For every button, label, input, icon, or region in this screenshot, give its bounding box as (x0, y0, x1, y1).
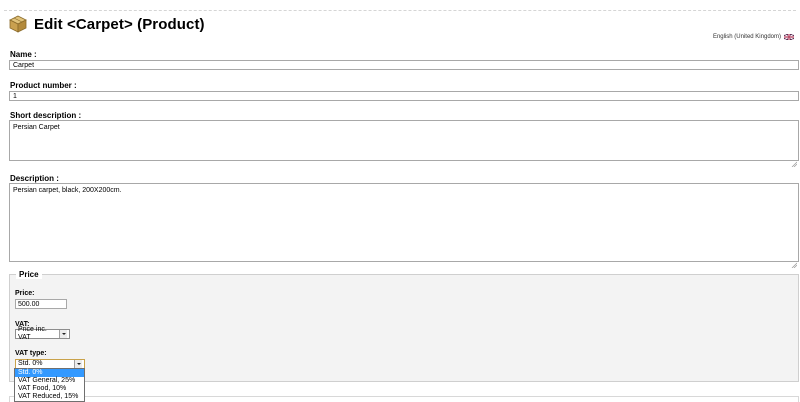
short-description-label: Short description : (10, 111, 82, 120)
price-legend: Price (16, 270, 42, 279)
price-fieldset: Price Price: VAT: Price inc. VAT VAT typ… (9, 270, 799, 382)
top-divider (4, 10, 796, 11)
vat-select[interactable]: Price inc. VAT (15, 326, 70, 341)
dropdown-option[interactable]: VAT Food, 10% (15, 385, 84, 393)
description-textarea[interactable]: Persian carpet, black, 200X200cm. (9, 183, 799, 262)
resize-grip-icon[interactable] (791, 255, 798, 269)
vat-type-select-value: Std. 0% (18, 360, 43, 367)
product-number-input[interactable] (9, 91, 799, 101)
chevron-down-icon[interactable] (59, 330, 67, 338)
dropdown-option[interactable]: Std. 0% (15, 369, 84, 377)
dropdown-option[interactable]: VAT General, 25% (15, 377, 84, 385)
dropdown-option[interactable]: VAT Reduced, 15% (15, 393, 84, 401)
language-selector[interactable]: English (United Kingdom) (712, 33, 795, 41)
language-label: English (United Kingdom) (712, 34, 781, 40)
box-icon (8, 14, 28, 34)
name-input[interactable] (9, 60, 799, 70)
vat-type-label: VAT type: (15, 350, 47, 357)
vat-type-dropdown-list: Std. 0% VAT General, 25% VAT Food, 10% V… (14, 368, 85, 402)
uk-flag-icon[interactable] (783, 33, 795, 41)
chevron-down-icon[interactable] (74, 360, 82, 368)
product-number-label: Product number : (10, 81, 77, 90)
name-label: Name : (10, 50, 37, 59)
next-fieldset-edge (9, 396, 799, 402)
page-header: Edit <Carpet> (Product) (8, 14, 205, 34)
page-title: Edit <Carpet> (Product) (34, 15, 205, 33)
price-input[interactable] (15, 299, 67, 309)
short-description-textarea[interactable]: Persian Carpet (9, 120, 799, 161)
resize-grip-icon[interactable] (791, 154, 798, 168)
description-label: Description : (10, 174, 59, 183)
vat-select-value: Price inc. VAT (18, 326, 47, 341)
price-label: Price: (15, 290, 35, 297)
edit-product-page: Edit <Carpet> (Product) English (United … (0, 0, 800, 402)
